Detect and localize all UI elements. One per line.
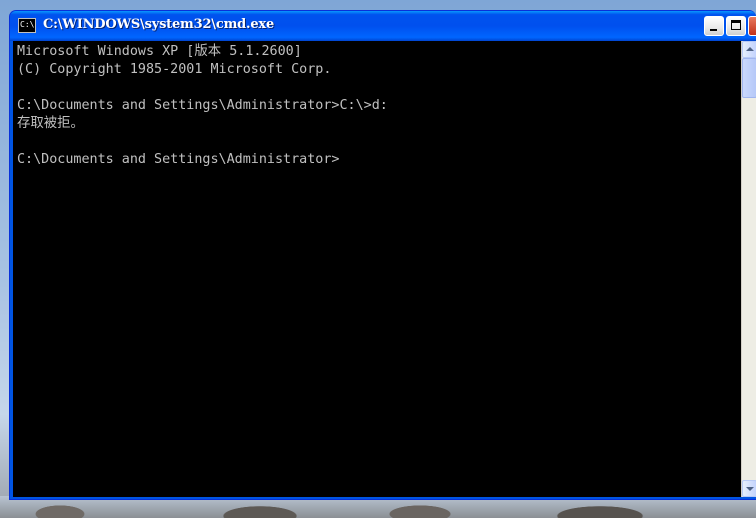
scroll-up-button[interactable] [742, 41, 756, 58]
scroll-down-button[interactable] [742, 480, 756, 497]
minimize-icon [710, 29, 717, 31]
console-line: (C) Copyright 1985-2001 Microsoft Corp. [17, 62, 332, 77]
scroll-thumb[interactable] [742, 58, 756, 98]
window-title: C:\WINDOWS\system32\cmd.exe [43, 17, 275, 32]
maximize-button[interactable] [726, 16, 746, 36]
console-line: Microsoft Windows XP [版本 5.1.2600] [17, 44, 302, 59]
vertical-scrollbar[interactable] [741, 41, 756, 497]
console-line: 存取被拒。 [17, 116, 84, 131]
title-bar[interactable]: C:\ C:\WINDOWS\system32\cmd.exe [10, 11, 756, 41]
cmd-window[interactable]: C:\ C:\WINDOWS\system32\cmd.exe Microsof… [9, 10, 756, 500]
maximize-icon [731, 20, 741, 30]
console-line: C:\Documents and Settings\Administrator>… [17, 98, 388, 113]
arrow-up-icon [746, 47, 754, 51]
arrow-down-icon [746, 487, 754, 491]
cmd-icon[interactable]: C:\ [18, 18, 36, 33]
console-output[interactable]: Microsoft Windows XP [版本 5.1.2600] (C) Co… [13, 41, 741, 497]
close-button[interactable] [748, 16, 756, 36]
console-prompt-line: C:\Documents and Settings\Administrator> [17, 152, 340, 167]
minimize-button[interactable] [704, 16, 724, 36]
